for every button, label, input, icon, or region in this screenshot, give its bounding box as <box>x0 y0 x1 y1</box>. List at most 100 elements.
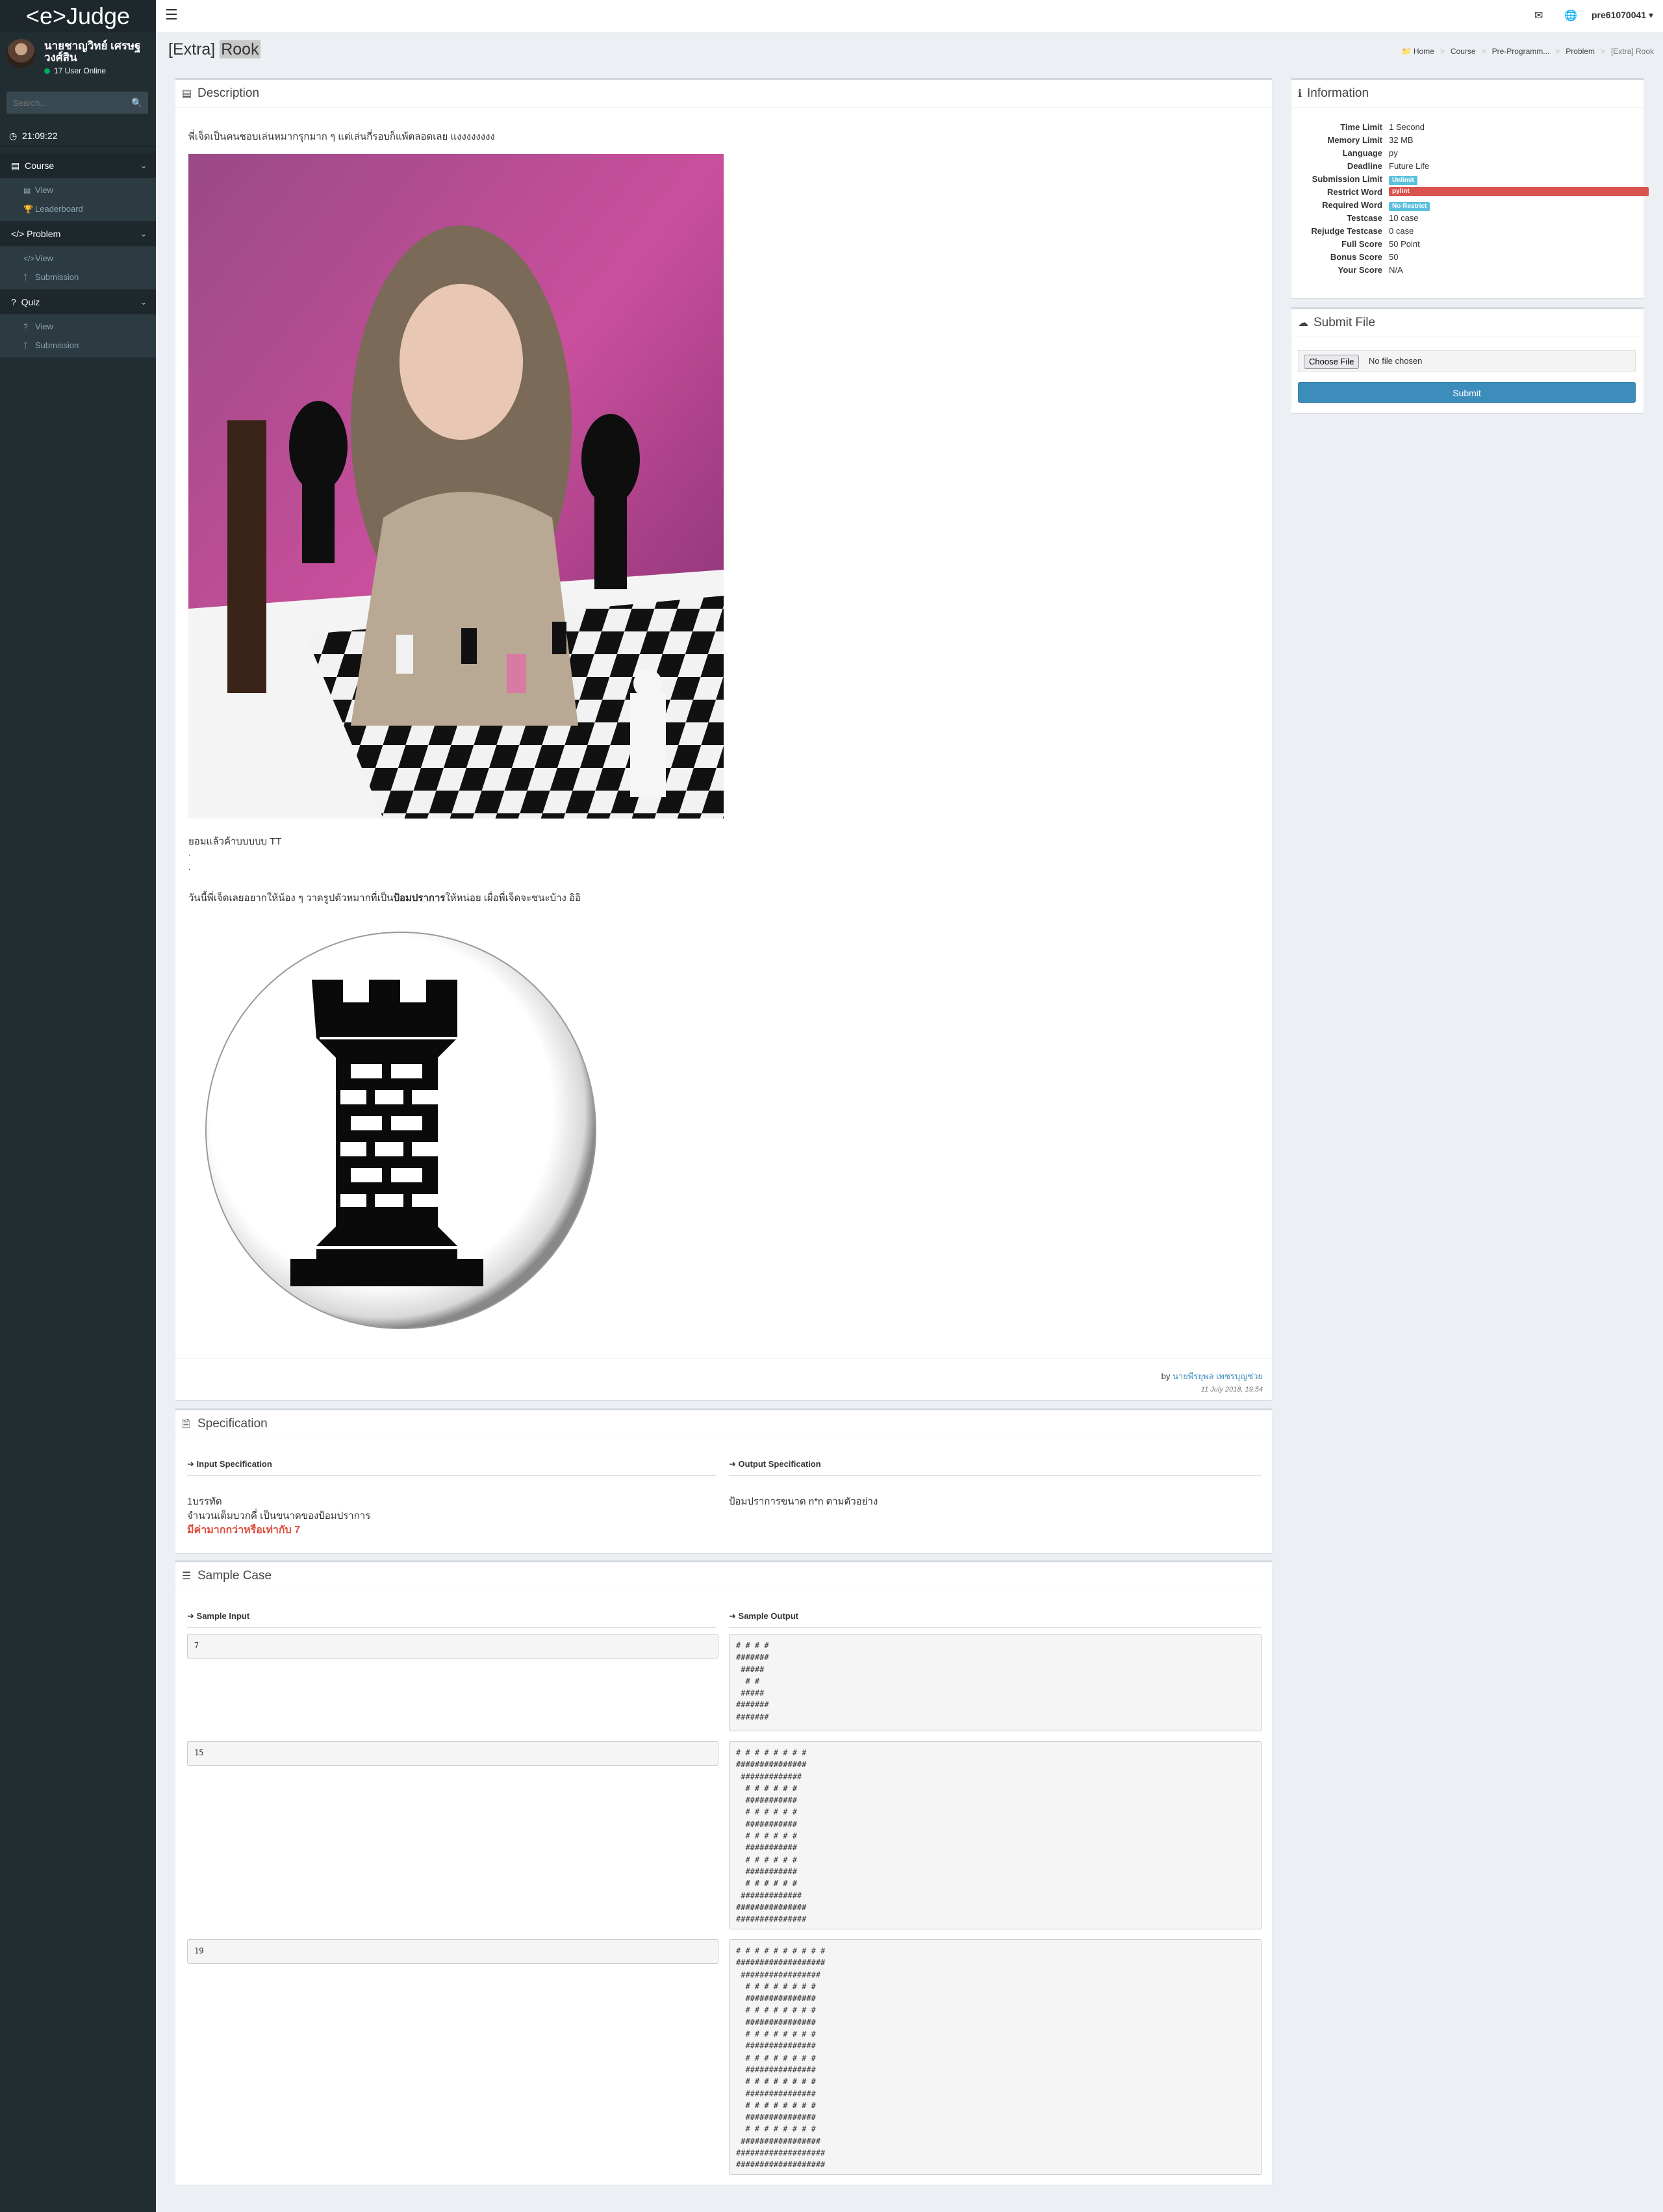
description-paragraph-2: ยอมแล้วค้าบบบบบ TT <box>188 836 282 847</box>
info-key: Memory Limit <box>1327 135 1382 145</box>
sidebar-item-quiz-submission[interactable]: ᛉ Submission <box>0 336 156 355</box>
input-spec-line: 1บรรทัด <box>187 1496 222 1507</box>
menu-quiz: ? Quiz ⌄ ? View ᛉ Submission <box>0 290 156 357</box>
specification-title: 🗎 Specification <box>182 1417 268 1434</box>
divider <box>187 1627 717 1628</box>
file-input[interactable]: Choose File No file chosen <box>1298 350 1636 372</box>
submit-button[interactable]: Submit <box>1298 382 1636 403</box>
information-title: ℹ Information <box>1298 86 1369 101</box>
avatar <box>6 39 36 68</box>
description-paragraph: พี่เจ็ดเป็นคนชอบเล่นหมากรุกมาก ๆ แต่เล่น… <box>188 131 495 142</box>
breadcrumb-home[interactable]: Home <box>1414 47 1434 56</box>
sample-output-3[interactable]: # # # # # # # # # # ################### … <box>729 1939 1262 2175</box>
brand-logo[interactable]: <e>Judge <box>0 0 156 32</box>
info-row-deadline: Deadline Future Life <box>1291 161 1642 174</box>
sample-input-2[interactable]: 15 <box>187 1741 718 1766</box>
sample-input-3[interactable]: 19 <box>187 1939 718 1964</box>
menu-label: Quiz <box>21 297 40 307</box>
submenu-course: ▤ View 🏆 Leaderboard <box>0 178 156 221</box>
mail-icon[interactable]: ✉ <box>1534 9 1543 22</box>
folder-icon: 📁 <box>1401 47 1412 56</box>
online-count: 17 User Online <box>54 66 107 75</box>
breadcrumb-separator: > <box>1481 47 1486 56</box>
sample-output-title-text: Sample Output <box>738 1611 798 1621</box>
sidebar-item-quiz-view[interactable]: ? View <box>0 317 156 336</box>
divider <box>175 107 1272 108</box>
menu-head-problem[interactable]: </> Problem ⌄ <box>0 222 156 246</box>
input-spec-title: ➜ Input Specification <box>187 1459 272 1469</box>
rook-image <box>203 928 599 1330</box>
breadcrumb-separator: > <box>1555 47 1560 56</box>
photo-image <box>188 154 724 819</box>
trophy-icon: 🏆 <box>23 205 33 214</box>
breadcrumb-course[interactable]: Course <box>1451 47 1476 56</box>
question-icon: ? <box>23 322 28 331</box>
clock: ◷ 21:09:22 <box>0 125 156 147</box>
submit-file-title-text: Submit File <box>1314 316 1376 329</box>
file-status: No file chosen <box>1369 356 1423 366</box>
sample-output-2[interactable]: # # # # # # # # ############### ########… <box>729 1741 1262 1929</box>
choose-file-button[interactable]: Choose File <box>1304 355 1360 369</box>
description-dot: . <box>188 863 191 872</box>
author-by: by <box>1161 1371 1171 1381</box>
code-icon: </> <box>23 254 35 263</box>
input-spec-text: 1บรรทัด จำนวนเต็มบวกคี่ เป็นขนาดของป้อมป… <box>187 1495 370 1538</box>
caret-down-icon: ▾ <box>1648 10 1653 20</box>
menu-head-course[interactable]: ▤ Course ⌄ <box>0 153 156 178</box>
sample-output-1[interactable]: # # # # ####### ##### # # ##### ####### … <box>729 1634 1262 1731</box>
submit-file-box: ☁ Submit File Choose File No file chosen … <box>1291 307 1644 413</box>
sidebar-item-problem-submission[interactable]: ᛉ Submission <box>0 268 156 286</box>
table-icon: ▤ <box>23 186 31 195</box>
menu-head-quiz[interactable]: ? Quiz ⌄ <box>0 290 156 314</box>
item-label: View <box>35 185 53 195</box>
sign-out-icon: ➜ <box>729 1611 736 1621</box>
required-word-badge: No Restrict <box>1389 202 1430 211</box>
globe-icon[interactable]: 🌐 <box>1564 9 1577 22</box>
sidebar-item-leaderboard[interactable]: 🏆 Leaderboard <box>0 199 156 218</box>
author-info: by นายพีรยุพล เพชรบุญช่วย 11 July 2018, … <box>1162 1369 1263 1393</box>
sample-input-title: ➜ Sample Input <box>187 1611 249 1621</box>
submit-file-title: ☁ Submit File <box>1298 316 1375 330</box>
input-spec-title-text: Input Specification <box>196 1459 272 1469</box>
info-value: py <box>1389 148 1398 158</box>
sample-input-1[interactable]: 7 <box>187 1634 718 1659</box>
chevron-down-icon: ⌄ <box>140 229 147 238</box>
info-value: 50 Point <box>1389 239 1420 249</box>
info-value: 1 Second <box>1389 122 1425 132</box>
sidebar-item-problem-view[interactable]: </>View <box>0 249 156 268</box>
user-name: นายชาญวิทย์ เศรษฐวงศ์สิน <box>44 40 141 64</box>
hamburger-menu-icon[interactable]: ☰ <box>165 8 179 22</box>
output-spec-line: ป้อมปราการขนาด n*n ตามตัวอย่าง <box>729 1496 878 1507</box>
info-row-time-limit: Time Limit 1 Second <box>1291 122 1642 135</box>
info-value: Future Life <box>1389 161 1430 171</box>
user-menu[interactable]: pre61070041 ▾ <box>1592 10 1653 21</box>
breadcrumb-course-name[interactable]: Pre-Programm... <box>1492 47 1550 56</box>
menu-label: Course <box>25 160 55 171</box>
author-link[interactable]: นายพีรยุพล เพชรบุญช่วย <box>1173 1371 1263 1381</box>
chess-photo <box>188 154 724 819</box>
breadcrumb: 📁 Home > Course > Pre-Programm... > Problem > [E… <box>1402 47 1654 56</box>
breadcrumb-problem[interactable]: Problem <box>1566 47 1595 56</box>
info-row-bonus-score: Bonus Score 50 <box>1291 252 1642 265</box>
table-icon: ▤ <box>11 160 20 171</box>
search-icon[interactable]: 🔍 <box>126 92 148 114</box>
sample-case-title: ☰ Sample Case <box>182 1569 272 1583</box>
description-paragraph-3: วันนี้พี่เจ็ดเลยอยากให้น้อง ๆ วาดรูปตัวห… <box>188 890 581 906</box>
info-value: N/A <box>1389 265 1403 275</box>
user-menu-label: pre61070041 <box>1592 10 1647 20</box>
code-fork-icon: ᛉ <box>23 273 29 282</box>
code-icon: </> <box>11 229 25 239</box>
list-icon: ☰ <box>182 1571 192 1582</box>
input-spec-constraint: มีค่ามากกว่าหรือเท่ากับ 7 <box>187 1525 301 1536</box>
info-key: Testcase <box>1347 213 1382 223</box>
sidebar-item-course-view[interactable]: ▤ View <box>0 181 156 199</box>
chevron-down-icon: ⌄ <box>140 298 147 307</box>
rook-drawing <box>205 932 596 1329</box>
info-value: 10 case <box>1389 213 1419 223</box>
menu-problem: </> Problem ⌄ </>View ᛉ Submission <box>0 222 156 289</box>
output-spec-title-text: Output Specification <box>738 1459 821 1469</box>
cloud-upload-icon: ☁ <box>1298 318 1308 329</box>
page-title: [Extra] Rook <box>168 40 260 59</box>
item-label: Submission <box>35 340 79 350</box>
search-input[interactable] <box>6 92 130 114</box>
